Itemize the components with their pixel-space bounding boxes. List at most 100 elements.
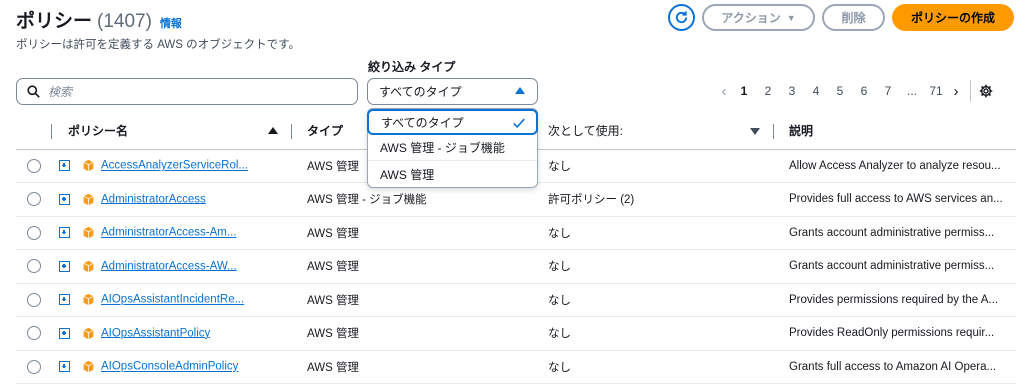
policy-name-link[interactable]: AdministratorAccess-Am... [101, 227, 236, 239]
row-select-cell [16, 283, 52, 317]
table-row[interactable]: AIOpsAssistantIncidentRe... AWS 管理 なし Provi… [16, 283, 1016, 317]
page-1[interactable]: 1 [732, 84, 756, 98]
create-policy-button[interactable]: ポリシーの作成 [892, 4, 1014, 31]
expand-plus-icon[interactable] [59, 193, 70, 205]
create-policy-label: ポリシーの作成 [910, 11, 995, 25]
row-select-cell [16, 350, 52, 384]
next-page-icon[interactable]: › [948, 83, 964, 100]
table-row[interactable]: AdministratorAccess-Am... AWS 管理 なし Grants … [16, 216, 1016, 250]
used-as-cell: なし [534, 216, 774, 250]
column-header-policy-name[interactable]: ポリシー名 [52, 113, 292, 150]
row-select-cell [16, 149, 52, 183]
pagination: ‹ 1 2 3 4 5 6 7 ... 71 › [716, 80, 993, 102]
column-header-used-as[interactable]: 次として使用: [534, 113, 774, 150]
page-4[interactable]: 4 [804, 84, 828, 98]
dropdown-option-aws-managed-job-function[interactable]: AWS 管理 - ジョブ機能 [368, 135, 537, 161]
policy-name-link[interactable]: AdministratorAccess-AW... [101, 260, 237, 272]
policy-cube-icon [83, 193, 94, 205]
page-2[interactable]: 2 [756, 84, 780, 98]
policy-cube-icon [83, 260, 94, 272]
prev-page-icon[interactable]: ‹ [716, 83, 732, 100]
dropdown-option-aws-managed[interactable]: AWS 管理 [368, 161, 537, 187]
expand-plus-icon[interactable] [59, 327, 70, 339]
search-box[interactable] [16, 78, 358, 105]
row-radio-button[interactable] [27, 225, 41, 240]
actions-button[interactable]: アクション ▼ [702, 4, 815, 31]
option-label: AWS 管理 [380, 167, 435, 182]
page-5[interactable]: 5 [828, 84, 852, 98]
option-label: すべてのタイプ [381, 115, 464, 130]
page-ellipsis: ... [906, 84, 917, 98]
column-label: ポリシー名 [68, 124, 129, 139]
row-radio-button[interactable] [27, 259, 41, 274]
policy-name-link[interactable]: AIOpsAssistantPolicy [101, 327, 210, 339]
policy-cube-icon [83, 160, 94, 172]
refresh-button[interactable] [668, 4, 695, 31]
table-row[interactable]: AIOpsConsoleAdminPolicy AWS 管理 なし Grants fu… [16, 350, 1016, 384]
policy-type-cell: AWS 管理 [292, 350, 534, 384]
row-radio-button[interactable] [27, 326, 41, 341]
row-radio-button[interactable] [27, 158, 41, 173]
row-radio-button[interactable] [27, 359, 41, 374]
used-as-cell: 許可ポリシー (2) [534, 182, 774, 217]
page-title: ポリシー [16, 11, 93, 32]
row-radio-button[interactable] [27, 292, 41, 307]
row-select-cell [16, 249, 52, 284]
type-filter-select[interactable]: すべてのタイプ [367, 78, 538, 105]
page-71[interactable]: 71 [924, 84, 948, 98]
dropdown-option-all-types[interactable]: すべてのタイプ [367, 109, 538, 135]
column-label: 次として使用: [548, 124, 623, 139]
expand-plus-icon[interactable] [59, 294, 70, 306]
policy-name-link[interactable]: AccessAnalyzerServiceRol... [101, 160, 248, 172]
filter-type-label: 絞り込み タイプ [368, 60, 456, 74]
used-as-cell: なし [534, 350, 774, 384]
page-subtitle: ポリシーは許可を定義する AWS のオブジェクトです。 [16, 39, 301, 51]
sort-ascending-icon[interactable] [268, 127, 278, 134]
delete-label: 削除 [841, 11, 866, 25]
sort-indicator-icon[interactable] [750, 128, 760, 135]
column-label: タイプ [307, 124, 344, 139]
policy-count: (1407) [97, 11, 152, 32]
type-filter-value: すべてのタイプ [379, 85, 462, 99]
description-cell: Grants account administrative permiss... [774, 249, 1016, 284]
policy-name-link[interactable]: AIOpsAssistantIncidentRe... [101, 294, 244, 306]
table-row[interactable]: AdministratorAccess-AW... AWS 管理 なし Grants … [16, 249, 1016, 284]
policy-name-cell: AdministratorAccess-Am... [52, 216, 292, 250]
row-radio-button[interactable] [27, 192, 41, 207]
policy-name-link[interactable]: AdministratorAccess [101, 193, 206, 205]
option-label: AWS 管理 - ジョブ機能 [380, 141, 505, 155]
expand-plus-icon[interactable] [59, 260, 70, 272]
info-link[interactable]: 情報 [160, 15, 182, 31]
used-as-cell: なし [534, 249, 774, 284]
policy-type-cell: AWS 管理 [292, 249, 534, 284]
policy-cube-icon [83, 327, 94, 339]
column-header-description[interactable]: 説明 [774, 113, 1016, 150]
policy-cube-icon [83, 227, 94, 239]
policy-type-cell: AWS 管理 [292, 316, 534, 351]
expand-plus-icon[interactable] [59, 361, 70, 373]
column-label: 説明 [789, 124, 814, 139]
row-select-cell [16, 182, 52, 217]
settings-gear-icon[interactable] [979, 84, 993, 98]
search-icon [27, 85, 40, 98]
search-input[interactable] [48, 84, 338, 99]
page-6[interactable]: 6 [852, 84, 876, 98]
expand-plus-icon[interactable] [59, 160, 70, 172]
page-3[interactable]: 3 [780, 84, 804, 98]
policy-name-cell: AIOpsConsoleAdminPolicy [52, 350, 292, 384]
policy-name-cell: AIOpsAssistantPolicy [52, 316, 292, 351]
row-select-cell [16, 316, 52, 351]
used-as-cell: なし [534, 149, 774, 183]
page-7[interactable]: 7 [876, 84, 900, 98]
row-select-cell [16, 216, 52, 250]
delete-button[interactable]: 削除 [822, 4, 885, 31]
table-row[interactable]: AIOpsAssistantPolicy AWS 管理 なし Provides Rea… [16, 316, 1016, 351]
policy-type-cell: AWS 管理 [292, 283, 534, 317]
policy-name-cell: AdministratorAccess-AW... [52, 249, 292, 284]
policy-name-cell: AIOpsAssistantIncidentRe... [52, 283, 292, 317]
expand-plus-icon[interactable] [59, 227, 70, 239]
policy-name-cell: AccessAnalyzerServiceRol... [52, 149, 292, 183]
caret-up-icon [515, 87, 525, 94]
page-header: ポリシー (1407) 情報 [16, 6, 182, 33]
policy-name-link[interactable]: AIOpsConsoleAdminPolicy [101, 361, 238, 373]
